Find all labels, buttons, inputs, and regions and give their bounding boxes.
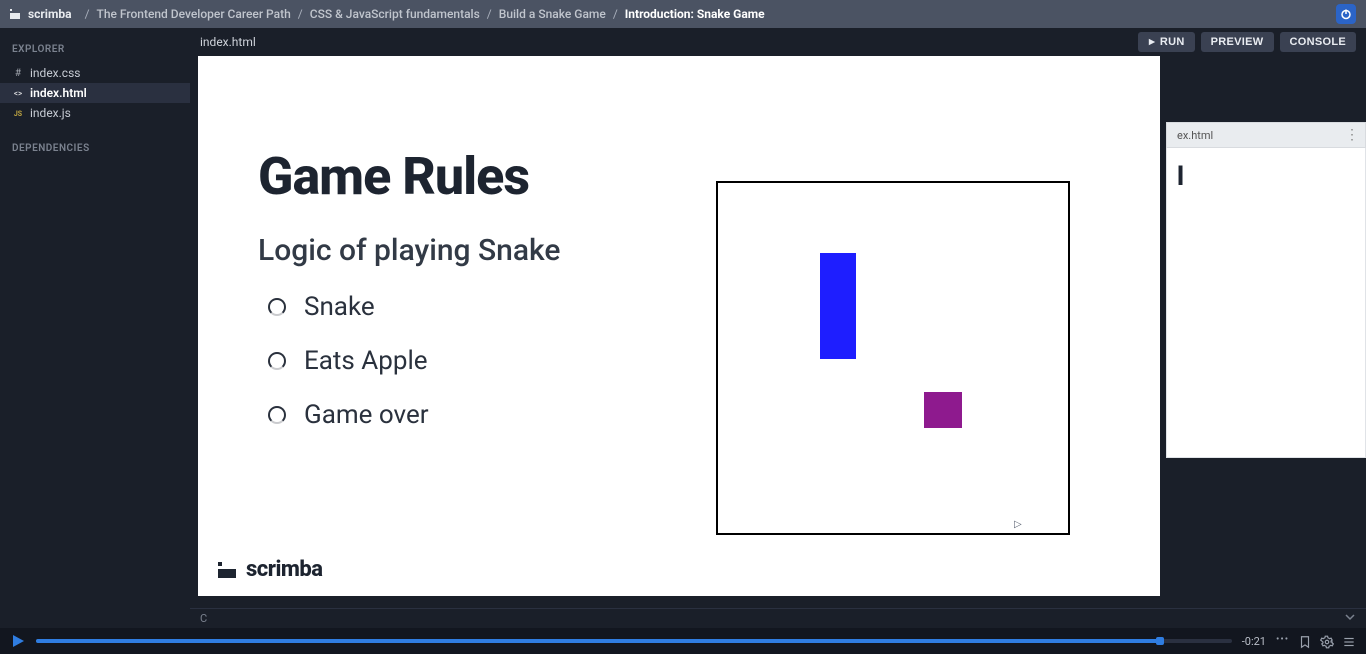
- apple-piece: [924, 392, 962, 428]
- file-item-html[interactable]: index.html: [0, 83, 190, 103]
- breadcrumb-separator: /: [298, 7, 303, 21]
- chevron-down-icon[interactable]: [1344, 611, 1356, 626]
- run-button-label: RUN: [1160, 36, 1185, 48]
- timeline-progress: [36, 639, 1160, 643]
- slide-bullet-list: Snake Eats Apple Game over: [258, 292, 560, 430]
- breadcrumb-item[interactable]: CSS & JavaScript fundamentals: [310, 7, 480, 21]
- brand-logo-icon: [218, 562, 238, 578]
- console-button[interactable]: CONSOLE: [1280, 32, 1357, 52]
- bullet-text: Eats Apple: [304, 346, 428, 376]
- bullet-icon: [268, 406, 286, 424]
- breadcrumb-bar: scrimba / The Frontend Developer Career …: [0, 0, 1366, 28]
- file-item-css[interactable]: index.css: [0, 63, 190, 83]
- preview-tab[interactable]: ex.html ⋮: [1166, 122, 1366, 148]
- snake-piece: [820, 253, 856, 359]
- main-area: EXPLORER index.css index.html index.js D…: [0, 28, 1366, 628]
- js-file-icon: [12, 108, 24, 119]
- breadcrumb-separator: /: [85, 7, 90, 21]
- brand-logo-icon: [10, 9, 24, 19]
- editor-tabbar: index.html RUN PREVIEW CONSOLE: [190, 28, 1366, 56]
- css-file-icon: [12, 68, 24, 79]
- bullet-text: Snake: [304, 292, 375, 322]
- stage: ex.html ⋮ l Game Rules Logic of playing …: [190, 56, 1366, 608]
- preview-button-label: PREVIEW: [1211, 36, 1264, 48]
- gear-icon[interactable]: [1320, 634, 1334, 648]
- file-name: index.js: [30, 106, 71, 120]
- slide-bullet: Snake: [268, 292, 560, 322]
- slide-subtitle: Logic of playing Snake: [258, 233, 560, 268]
- breadcrumb-item[interactable]: The Frontend Developer Career Path: [97, 7, 291, 21]
- slide-title: Game Rules: [258, 146, 560, 207]
- timeline-track[interactable]: [36, 639, 1232, 643]
- file-name: index.html: [30, 86, 87, 100]
- slide-brand-logo: scrimba: [218, 557, 323, 582]
- slide-bullet: Game over: [268, 400, 560, 430]
- video-player-bar: -0:21 •••: [0, 628, 1366, 654]
- explorer-heading: EXPLORER: [0, 38, 190, 63]
- breadcrumb-item[interactable]: Build a Snake Game: [499, 7, 606, 21]
- preview-body: l: [1166, 148, 1366, 458]
- brand-name: scrimba: [246, 557, 323, 582]
- kebab-icon[interactable]: ⋮: [1345, 127, 1359, 143]
- bullet-icon: [268, 352, 286, 370]
- file-name: index.css: [30, 66, 80, 80]
- timeline-scrubber[interactable]: [1156, 637, 1164, 645]
- open-tab-name[interactable]: index.html: [200, 35, 256, 49]
- game-board: ▷: [716, 181, 1070, 535]
- lesson-slide: Game Rules Logic of playing Snake Snake …: [198, 56, 1160, 596]
- brand-logo[interactable]: scrimba: [10, 7, 72, 21]
- breadcrumb-separator: /: [613, 7, 618, 21]
- console-button-label: CONSOLE: [1290, 36, 1347, 48]
- player-controls: •••: [1276, 634, 1356, 648]
- explorer-sidebar: EXPLORER index.css index.html index.js D…: [0, 28, 190, 628]
- html-file-icon: [12, 88, 24, 99]
- bullet-text: Game over: [304, 400, 429, 430]
- bottom-panel-label: C: [200, 612, 207, 625]
- play-icon: [1148, 38, 1156, 46]
- breadcrumb-current: Introduction: Snake Game: [625, 7, 765, 21]
- file-item-js[interactable]: index.js: [0, 103, 190, 123]
- more-icon[interactable]: •••: [1276, 634, 1290, 648]
- preview-tab-label: ex.html: [1177, 129, 1213, 142]
- preview-button[interactable]: PREVIEW: [1201, 32, 1274, 52]
- bullet-icon: [268, 298, 286, 316]
- cursor-icon: ▷: [1014, 519, 1022, 530]
- bottom-panel-collapsed[interactable]: C: [190, 608, 1366, 628]
- preview-content-fragment: l: [1177, 162, 1355, 192]
- run-button[interactable]: RUN: [1138, 32, 1195, 52]
- power-icon[interactable]: [1336, 4, 1356, 24]
- brand-name: scrimba: [28, 7, 72, 21]
- time-remaining: -0:21: [1242, 635, 1266, 648]
- preview-panel: ex.html ⋮ l: [1166, 122, 1366, 458]
- play-button[interactable]: [10, 633, 26, 649]
- dependencies-heading: DEPENDENCIES: [0, 137, 190, 162]
- slide-bullet: Eats Apple: [268, 346, 560, 376]
- breadcrumb-separator: /: [487, 7, 492, 21]
- menu-icon[interactable]: [1342, 634, 1356, 648]
- editor-column: index.html RUN PREVIEW CONSOLE ex.html ⋮…: [190, 28, 1366, 628]
- bookmark-icon[interactable]: [1298, 634, 1312, 648]
